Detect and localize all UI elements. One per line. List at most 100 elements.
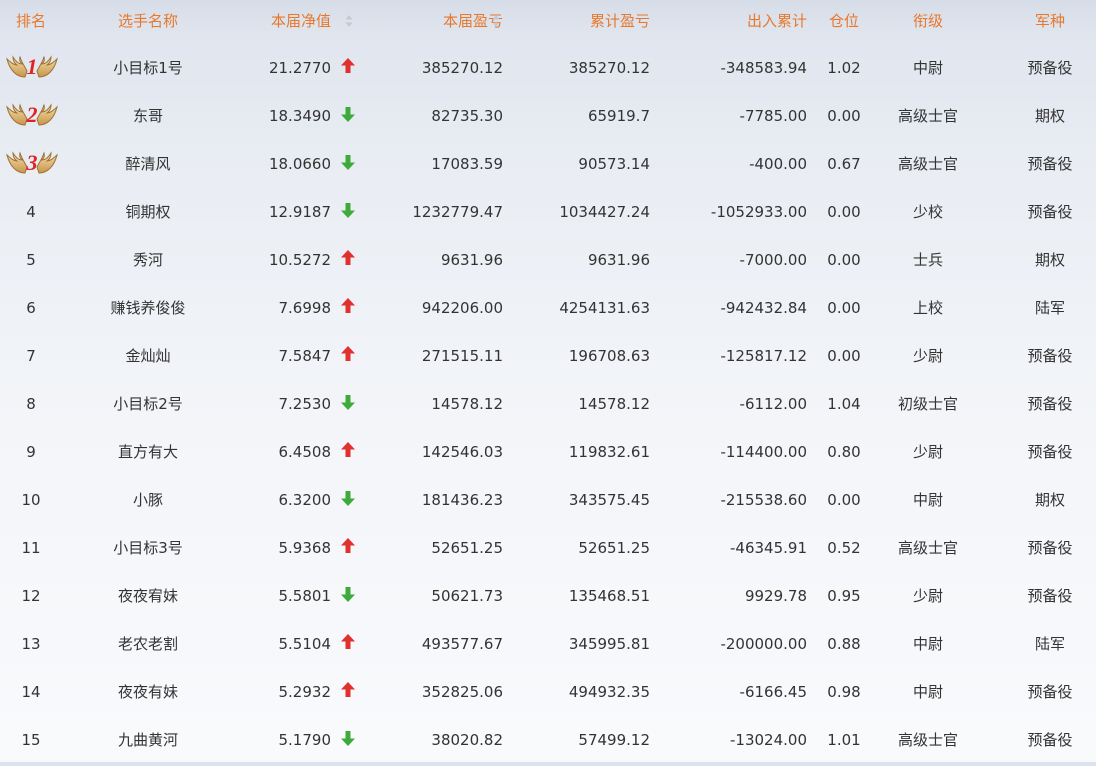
net-value: 18.3490 <box>268 107 331 125</box>
position-ratio: 0.00 <box>827 203 861 221</box>
net-value: 5.1790 <box>278 731 332 749</box>
player-name[interactable]: 夜夜宥妹 <box>88 586 208 606</box>
header-name: 选手名称 <box>117 12 178 30</box>
table-row: 11 小目标3号 5.9368 52651.25 52651.25 -46345.91 0.… <box>0 526 1096 574</box>
player-name[interactable]: 小目标1号 <box>88 58 208 78</box>
net-flow: -7785.00 <box>739 107 807 125</box>
military-title: 少尉 <box>912 587 943 605</box>
header-position: 仓位 <box>828 12 859 30</box>
player-name[interactable]: 直方有大 <box>88 442 208 462</box>
army-branch: 期权 <box>1034 251 1065 269</box>
header-army: 军种 <box>1034 12 1065 30</box>
player-name[interactable]: 铜期权 <box>88 202 208 222</box>
arrow-down-icon <box>340 153 356 171</box>
cumulative-pl: 4254131.63 <box>559 299 650 317</box>
military-title: 上校 <box>912 299 943 317</box>
net-flow: -942432.84 <box>720 299 807 317</box>
army-branch: 陆军 <box>1034 635 1065 653</box>
net-value: 6.4508 <box>278 443 332 461</box>
army-branch: 预备役 <box>1027 683 1073 701</box>
table-row: 13 老农老割 5.5104 493577.67 345995.81 -200000.00… <box>0 622 1096 670</box>
army-branch: 预备役 <box>1027 203 1073 221</box>
table-row: 4 铜期权 12.9187 1232779.47 1034427.24 -1052933.… <box>0 190 1096 238</box>
military-title: 少尉 <box>912 347 943 365</box>
army-branch: 预备役 <box>1027 59 1073 77</box>
arrow-down-icon <box>340 393 356 411</box>
table-row: 9 直方有大 6.4508 142546.03 119832.61 -114400.00 0… <box>0 430 1096 478</box>
net-flow: -6166.45 <box>739 683 807 701</box>
net-value: 18.0660 <box>268 155 331 173</box>
player-name[interactable]: 小目标2号 <box>88 394 208 414</box>
cumulative-pl: 385270.12 <box>568 59 650 77</box>
military-title: 中尉 <box>912 635 943 653</box>
military-title: 中尉 <box>912 491 943 509</box>
position-ratio: 1.04 <box>827 395 861 413</box>
table-row: 8 小目标2号 7.2530 14578.12 14578.12 -6112.00 1.04… <box>0 382 1096 430</box>
position-ratio: 0.00 <box>827 347 861 365</box>
net-value: 5.2932 <box>278 683 332 701</box>
period-pl: 38020.82 <box>431 731 503 749</box>
player-name[interactable]: 小目标3号 <box>88 538 208 558</box>
cumulative-pl: 119832.61 <box>568 443 650 461</box>
rank-number: 2 <box>26 102 38 127</box>
cumulative-pl: 90573.14 <box>578 155 650 173</box>
rank-number: 8 <box>26 395 36 413</box>
rank-number: 12 <box>21 587 41 605</box>
cumulative-pl: 345995.81 <box>568 635 650 653</box>
player-name[interactable]: 秀河 <box>88 250 208 270</box>
rank-number: 6 <box>26 299 36 317</box>
rank-number: 15 <box>21 731 41 749</box>
player-name[interactable]: 九曲黄河 <box>88 730 208 750</box>
arrow-up-icon <box>340 249 356 267</box>
net-flow: -114400.00 <box>720 443 807 461</box>
table-row: 10 小豚 6.3200 181436.23 343575.45 -215538.60 0.… <box>0 478 1096 526</box>
army-branch: 预备役 <box>1027 347 1073 365</box>
military-title: 少尉 <box>912 443 943 461</box>
cumulative-pl: 65919.7 <box>587 107 650 125</box>
header-nav-sort[interactable]: 本届净值 <box>271 11 331 31</box>
rank-number: 4 <box>26 203 36 221</box>
rank-number: 13 <box>21 635 41 653</box>
sort-icon[interactable] <box>492 14 500 28</box>
wings-medal-icon: 2 <box>5 99 59 133</box>
arrow-up-icon <box>340 297 356 315</box>
net-value: 12.9187 <box>268 203 331 221</box>
position-ratio: 0.67 <box>827 155 861 173</box>
player-name[interactable]: 醉清风 <box>88 154 208 174</box>
rank-number: 3 <box>26 150 38 175</box>
military-title: 高级士官 <box>897 539 958 557</box>
table-row: 15 九曲黄河 5.1790 38020.82 57499.12 -13024.00 1.0… <box>0 718 1096 766</box>
position-ratio: 0.88 <box>827 635 861 653</box>
player-name[interactable]: 夜夜有妹 <box>88 682 208 702</box>
wings-medal-icon: 1 <box>5 51 59 85</box>
period-pl: 352825.06 <box>421 683 503 701</box>
wings-medal-icon: 3 <box>5 147 59 181</box>
position-ratio: 0.52 <box>827 539 861 557</box>
player-name[interactable]: 金灿灿 <box>88 346 208 366</box>
army-branch: 期权 <box>1034 107 1065 125</box>
period-pl: 1232779.47 <box>412 203 503 221</box>
table-row: 5 秀河 10.5272 9631.96 9631.96 -7000.00 0.00 士兵 期权 <box>0 238 1096 286</box>
player-name[interactable]: 赚钱养俊俊 <box>88 298 208 318</box>
military-title: 高级士官 <box>897 731 958 749</box>
arrow-down-icon <box>340 489 356 507</box>
cumulative-pl: 1034427.24 <box>559 203 650 221</box>
table-row: 6 赚钱养俊俊 7.6998 942206.00 4254131.63 -942432.8… <box>0 286 1096 334</box>
player-name[interactable]: 小豚 <box>88 490 208 510</box>
army-branch: 预备役 <box>1027 539 1073 557</box>
period-pl: 82735.30 <box>431 107 503 125</box>
position-ratio: 0.00 <box>827 251 861 269</box>
net-value: 6.3200 <box>278 491 332 509</box>
header-rank: 排名 <box>15 12 46 30</box>
period-pl: 17083.59 <box>431 155 503 173</box>
header-cumulative-pl: 累计盈亏 <box>589 12 650 30</box>
net-flow: -400.00 <box>749 155 807 173</box>
period-pl: 14578.12 <box>431 395 503 413</box>
period-pl: 271515.11 <box>421 347 503 365</box>
position-ratio: 0.98 <box>827 683 861 701</box>
player-name[interactable]: 东哥 <box>88 106 208 126</box>
player-name[interactable]: 老农老割 <box>88 634 208 654</box>
army-branch: 陆军 <box>1034 299 1065 317</box>
table-row: 1 小目标1号 21.2770 385270.12 385270.12 -348583.9… <box>0 46 1096 94</box>
sort-icon[interactable] <box>345 14 353 28</box>
